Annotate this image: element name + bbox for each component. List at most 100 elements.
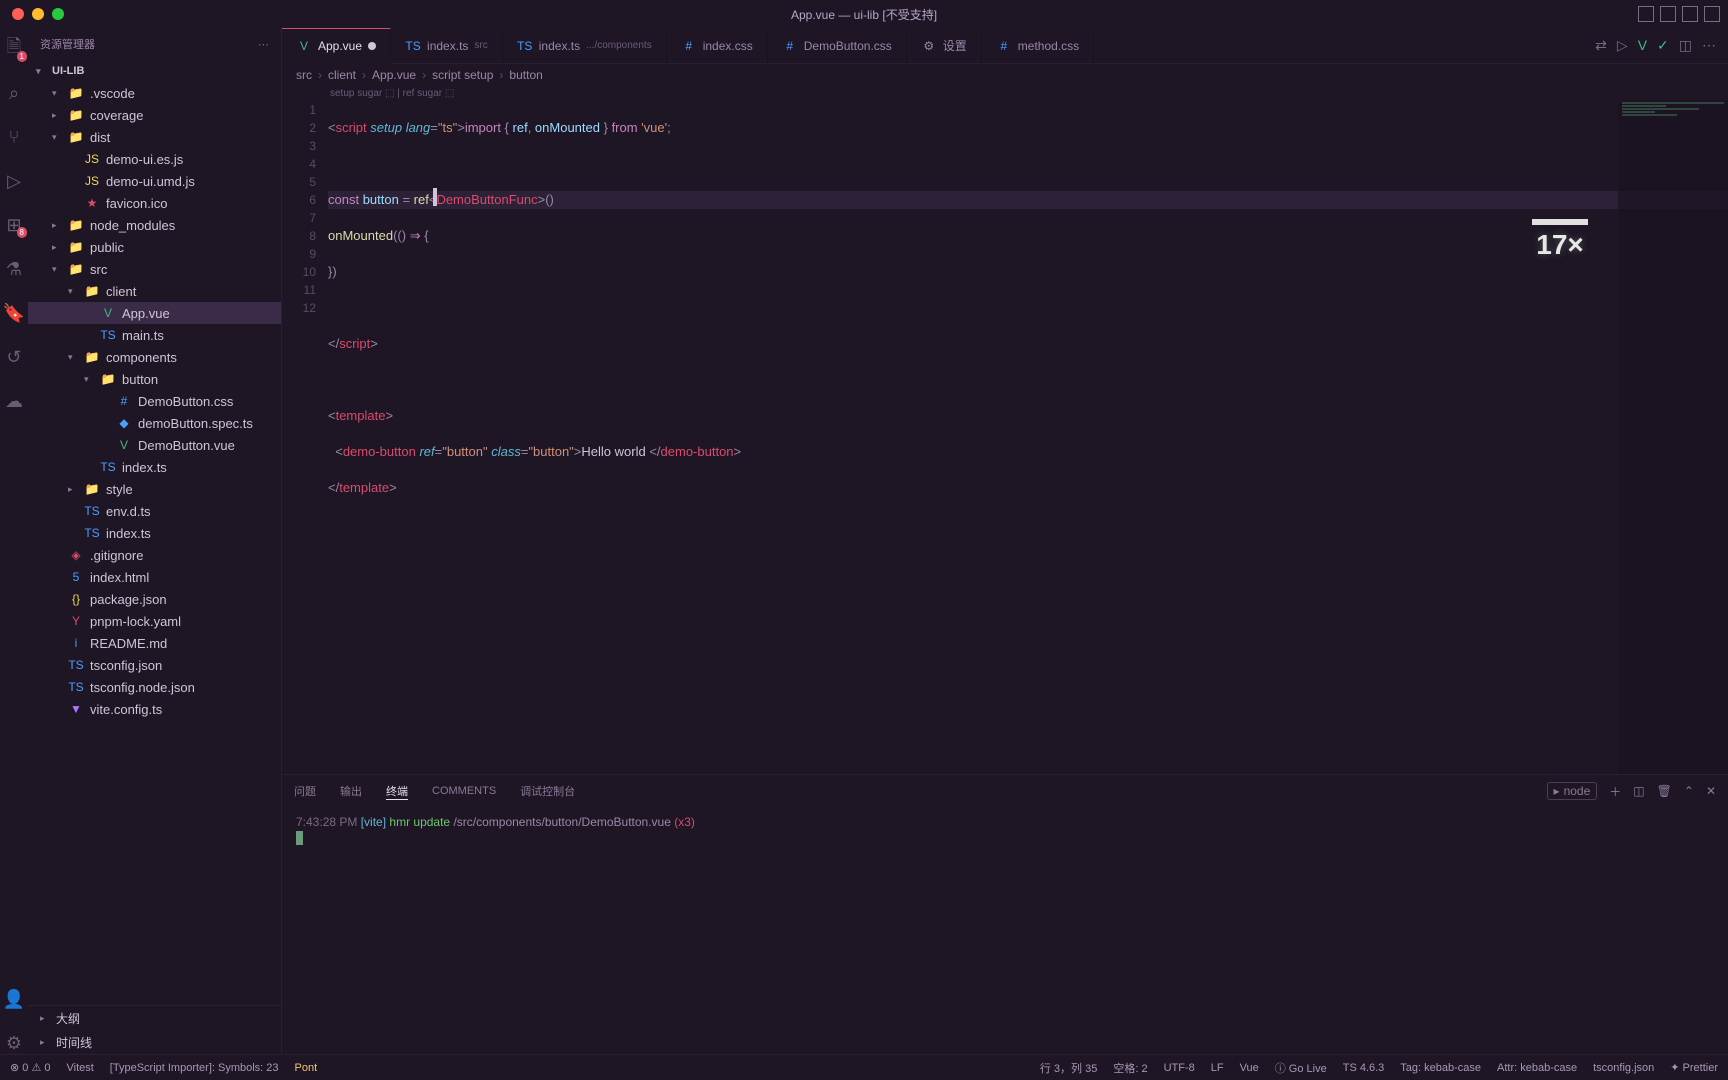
breadcrumb-item[interactable]: button	[509, 68, 542, 82]
status-cursor-pos[interactable]: 行 3，列 35	[1040, 1060, 1097, 1076]
status-vitest[interactable]: Vitest	[66, 1062, 93, 1074]
close-panel-icon[interactable]: ✕	[1706, 784, 1716, 798]
project-root[interactable]: ▾UI-LIB	[28, 60, 281, 82]
run-debug-icon[interactable]: ▷	[3, 170, 25, 192]
file-tree-item[interactable]: iREADME.md	[28, 632, 281, 654]
explorer-icon[interactable]: 🗎1	[3, 38, 25, 60]
status-spaces[interactable]: 空格: 2	[1113, 1060, 1147, 1076]
file-tree[interactable]: ▾📁.vscode▸📁coverage▾📁distJSdemo-ui.es.js…	[28, 82, 281, 1005]
breadcrumb[interactable]: src›client›App.vue›script setup›button	[282, 64, 1728, 86]
terminal-output[interactable]: 7:43:28 PM [vite] hmr update /src/compon…	[282, 807, 1728, 1054]
editor-tab[interactable]: TSindex.ts.../components	[503, 28, 667, 64]
file-tree-item[interactable]: {}package.json	[28, 588, 281, 610]
panel-tab[interactable]: 调试控制台	[520, 783, 575, 799]
status-language[interactable]: Vue	[1240, 1062, 1259, 1074]
bookmark-icon[interactable]: 🔖	[3, 302, 25, 324]
file-tree-item[interactable]: ◈.gitignore	[28, 544, 281, 566]
file-tree-item[interactable]: TSindex.ts	[28, 456, 281, 478]
search-icon[interactable]: ⌕	[3, 82, 25, 104]
status-tsconfig[interactable]: tsconfig.json	[1593, 1062, 1654, 1074]
run-icon[interactable]: ▷	[1617, 37, 1628, 54]
file-tree-item[interactable]: VApp.vue	[28, 302, 281, 324]
status-pont[interactable]: Pont	[295, 1062, 318, 1074]
new-terminal-icon[interactable]: ＋	[1609, 783, 1621, 800]
layout-controls[interactable]	[1638, 6, 1720, 22]
file-tree-item[interactable]: ▼vite.config.ts	[28, 698, 281, 720]
file-tree-item[interactable]: TSenv.d.ts	[28, 500, 281, 522]
breadcrumb-item[interactable]: src	[296, 68, 312, 82]
file-tree-item[interactable]: TStsconfig.node.json	[28, 676, 281, 698]
minimap[interactable]	[1618, 101, 1728, 774]
file-tree-item[interactable]: ▾📁components	[28, 346, 281, 368]
file-tree-item[interactable]: ▸📁node_modules	[28, 214, 281, 236]
settings-icon[interactable]: ⚙	[3, 1032, 25, 1054]
split-editor-icon[interactable]: ◫	[1679, 37, 1692, 54]
testing-icon[interactable]: ⚗	[3, 258, 25, 280]
file-tree-item[interactable]: ▾📁client	[28, 280, 281, 302]
file-tree-item[interactable]: JSdemo-ui.es.js	[28, 148, 281, 170]
status-eol[interactable]: LF	[1211, 1062, 1224, 1074]
file-tree-item[interactable]: 5index.html	[28, 566, 281, 588]
close-window[interactable]	[12, 8, 24, 20]
editor-tab[interactable]: TSindex.tssrc	[391, 28, 503, 64]
panel-tab[interactable]: 输出	[340, 783, 362, 799]
file-tree-item[interactable]: Ypnpm-lock.yaml	[28, 610, 281, 632]
editor-tab[interactable]: VApp.vue	[282, 28, 391, 64]
file-tree-item[interactable]: ▸📁public	[28, 236, 281, 258]
minimize-window[interactable]	[32, 8, 44, 20]
account-icon[interactable]: 👤	[3, 988, 25, 1010]
status-errors[interactable]: ⊗ 0 ⚠ 0	[10, 1061, 50, 1074]
editor-tab[interactable]: #DemoButton.css	[768, 28, 907, 64]
file-tree-item[interactable]: TSindex.ts	[28, 522, 281, 544]
file-tree-item[interactable]: ▸📁style	[28, 478, 281, 500]
outline-section[interactable]: ▸大纲	[28, 1006, 281, 1030]
file-tree-item[interactable]: ▸📁coverage	[28, 104, 281, 126]
breadcrumb-item[interactable]: script setup	[432, 68, 493, 82]
code-editor[interactable]: 123456789101112 <script setup lang="ts">…	[282, 101, 1728, 774]
file-tree-item[interactable]: TStsconfig.json	[28, 654, 281, 676]
source-control-icon[interactable]: ⑂	[3, 126, 25, 148]
editor-tab[interactable]: #method.css	[982, 28, 1094, 64]
timeline-section[interactable]: ▸时间线	[28, 1030, 281, 1054]
editor-tab[interactable]: ⚙设置	[907, 28, 982, 64]
status-ts-importer[interactable]: [TypeScript Importer]: Symbols: 23	[110, 1062, 279, 1074]
file-tree-item[interactable]: JSdemo-ui.umd.js	[28, 170, 281, 192]
status-golive[interactable]: ⓘ Go Live	[1275, 1060, 1327, 1076]
panel-tab[interactable]: 问题	[294, 783, 316, 799]
file-tree-item[interactable]: VDemoButton.vue	[28, 434, 281, 456]
breadcrumb-item[interactable]: App.vue	[372, 68, 416, 82]
file-tree-item[interactable]: ▾📁src	[28, 258, 281, 280]
status-ts-version[interactable]: TS 4.6.3	[1343, 1062, 1385, 1074]
sidebar-more-icon[interactable]: ⋯	[258, 38, 269, 51]
extensions-icon[interactable]: ⊞8	[3, 214, 25, 236]
more-icon[interactable]: ⋯	[1702, 37, 1716, 54]
vue-icon[interactable]: V	[1638, 37, 1647, 54]
sidebar: 资源管理器 ⋯ ▾UI-LIB ▾📁.vscode▸📁coverage▾📁dis…	[28, 28, 282, 1054]
split-terminal-icon[interactable]: ◫	[1633, 784, 1644, 798]
vitest-icon[interactable]: ✓	[1657, 37, 1669, 54]
terminal-selector[interactable]: ▸ node	[1547, 782, 1598, 800]
file-tree-item[interactable]: ▾📁.vscode	[28, 82, 281, 104]
status-tag-case[interactable]: Tag: kebab-case	[1400, 1062, 1481, 1074]
file-tree-item[interactable]: ▾📁dist	[28, 126, 281, 148]
code-content[interactable]: <script setup lang="ts">import { ref, on…	[328, 101, 1728, 774]
breadcrumb-item[interactable]: client	[328, 68, 356, 82]
maximize-window[interactable]	[52, 8, 64, 20]
status-attr-case[interactable]: Attr: kebab-case	[1497, 1062, 1577, 1074]
code-hints[interactable]: setup sugar ⬚ | ref sugar ⬚	[282, 86, 1728, 101]
compare-icon[interactable]: ⇄	[1595, 37, 1607, 54]
status-encoding[interactable]: UTF-8	[1164, 1062, 1195, 1074]
cloud-icon[interactable]: ☁	[3, 390, 25, 412]
history-icon[interactable]: ↺	[3, 346, 25, 368]
editor-tab[interactable]: #index.css	[667, 28, 768, 64]
file-tree-item[interactable]: ◆demoButton.spec.ts	[28, 412, 281, 434]
file-tree-item[interactable]: ▾📁button	[28, 368, 281, 390]
trash-icon[interactable]: 🗑	[1657, 784, 1672, 798]
panel-tab[interactable]: COMMENTS	[432, 785, 496, 797]
panel-tab[interactable]: 终端	[386, 783, 408, 800]
file-tree-item[interactable]: ★favicon.ico	[28, 192, 281, 214]
status-prettier[interactable]: ✦ Prettier	[1670, 1061, 1718, 1074]
chevron-up-icon[interactable]: ⌃	[1684, 784, 1694, 798]
file-tree-item[interactable]: #DemoButton.css	[28, 390, 281, 412]
file-tree-item[interactable]: TSmain.ts	[28, 324, 281, 346]
